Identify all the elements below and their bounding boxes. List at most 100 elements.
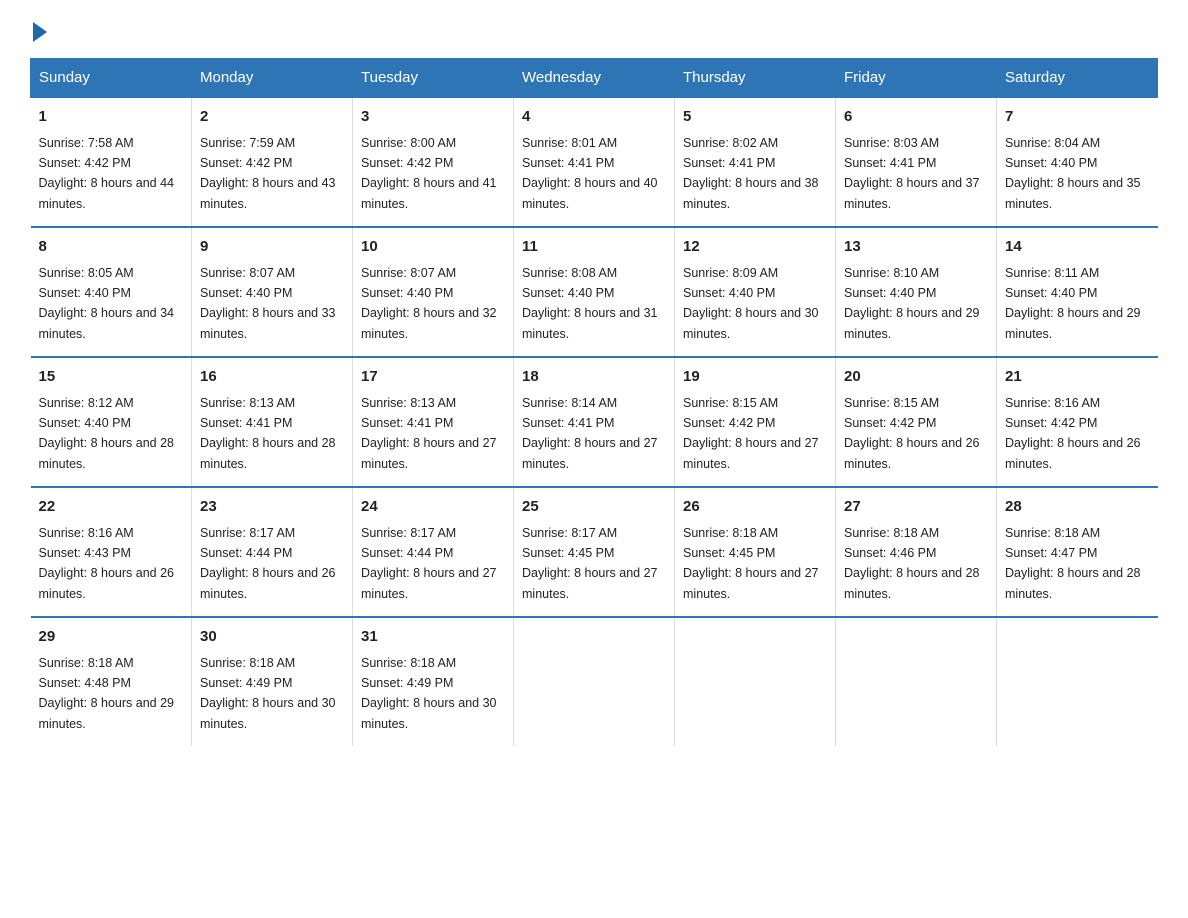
day-number: 20 [844,366,988,389]
day-number: 15 [39,366,184,389]
day-cell: 27 Sunrise: 8:18 AMSunset: 4:46 PMDayligh… [836,487,997,617]
day-info: Sunrise: 8:12 AMSunset: 4:40 PMDaylight:… [39,396,175,471]
day-number: 12 [683,236,827,259]
day-info: Sunrise: 8:03 AMSunset: 4:41 PMDaylight:… [844,136,980,211]
day-info: Sunrise: 8:07 AMSunset: 4:40 PMDaylight:… [361,266,497,341]
day-info: Sunrise: 8:10 AMSunset: 4:40 PMDaylight:… [844,266,980,341]
day-number: 17 [361,366,505,389]
day-info: Sunrise: 7:58 AMSunset: 4:42 PMDaylight:… [39,136,175,211]
page-header [30,20,1158,38]
day-number: 24 [361,496,505,519]
week-row-2: 8 Sunrise: 8:05 AMSunset: 4:40 PMDaylight… [31,227,1158,357]
day-number: 21 [1005,366,1150,389]
logo [30,20,47,38]
day-info: Sunrise: 8:16 AMSunset: 4:43 PMDaylight:… [39,526,175,601]
day-cell: 20 Sunrise: 8:15 AMSunset: 4:42 PMDayligh… [836,357,997,487]
day-info: Sunrise: 8:17 AMSunset: 4:45 PMDaylight:… [522,526,658,601]
header-day-thursday: Thursday [675,59,836,98]
day-cell: 26Sunrise: 8:18 AMSunset: 4:45 PMDayligh… [675,487,836,617]
day-cell: 15 Sunrise: 8:12 AMSunset: 4:40 PMDayligh… [31,357,192,487]
day-cell [514,617,675,746]
day-cell: 19Sunrise: 8:15 AMSunset: 4:42 PMDayligh… [675,357,836,487]
day-number: 25 [522,496,666,519]
header-row: SundayMondayTuesdayWednesdayThursdayFrid… [31,59,1158,98]
day-number: 27 [844,496,988,519]
day-cell: 28 Sunrise: 8:18 AMSunset: 4:47 PMDayligh… [997,487,1158,617]
day-number: 9 [200,236,344,259]
day-number: 16 [200,366,344,389]
day-info: Sunrise: 8:18 AMSunset: 4:49 PMDaylight:… [361,656,497,731]
day-cell: 29Sunrise: 8:18 AMSunset: 4:48 PMDayligh… [31,617,192,746]
day-cell: 23Sunrise: 8:17 AMSunset: 4:44 PMDayligh… [192,487,353,617]
day-cell: 9Sunrise: 8:07 AMSunset: 4:40 PMDaylight… [192,227,353,357]
day-number: 8 [39,236,184,259]
day-info: Sunrise: 8:11 AMSunset: 4:40 PMDaylight:… [1005,266,1141,341]
day-info: Sunrise: 8:13 AMSunset: 4:41 PMDaylight:… [361,396,497,471]
day-number: 31 [361,626,505,649]
day-cell: 18Sunrise: 8:14 AMSunset: 4:41 PMDayligh… [514,357,675,487]
day-cell [997,617,1158,746]
day-info: Sunrise: 8:08 AMSunset: 4:40 PMDaylight:… [522,266,658,341]
day-cell: 3Sunrise: 8:00 AMSunset: 4:42 PMDaylight… [353,97,514,227]
day-info: Sunrise: 8:17 AMSunset: 4:44 PMDaylight:… [200,526,336,601]
header-day-monday: Monday [192,59,353,98]
day-number: 4 [522,106,666,129]
day-cell: 7 Sunrise: 8:04 AMSunset: 4:40 PMDaylight… [997,97,1158,227]
day-cell: 8 Sunrise: 8:05 AMSunset: 4:40 PMDaylight… [31,227,192,357]
week-row-5: 29Sunrise: 8:18 AMSunset: 4:48 PMDayligh… [31,617,1158,746]
header-day-tuesday: Tuesday [353,59,514,98]
day-cell: 31 Sunrise: 8:18 AMSunset: 4:49 PMDayligh… [353,617,514,746]
day-cell [836,617,997,746]
logo-triangle-icon [33,22,47,42]
day-number: 19 [683,366,827,389]
day-number: 14 [1005,236,1150,259]
day-number: 30 [200,626,344,649]
day-info: Sunrise: 8:13 AMSunset: 4:41 PMDaylight:… [200,396,336,471]
day-info: Sunrise: 8:17 AMSunset: 4:44 PMDaylight:… [361,526,497,601]
day-info: Sunrise: 8:04 AMSunset: 4:40 PMDaylight:… [1005,136,1141,211]
day-number: 2 [200,106,344,129]
day-info: Sunrise: 8:02 AMSunset: 4:41 PMDaylight:… [683,136,819,211]
day-info: Sunrise: 8:14 AMSunset: 4:41 PMDaylight:… [522,396,658,471]
day-info: Sunrise: 7:59 AMSunset: 4:42 PMDaylight:… [200,136,336,211]
day-info: Sunrise: 8:09 AMSunset: 4:40 PMDaylight:… [683,266,819,341]
day-number: 13 [844,236,988,259]
day-number: 26 [683,496,827,519]
day-info: Sunrise: 8:18 AMSunset: 4:46 PMDaylight:… [844,526,980,601]
day-cell: 11 Sunrise: 8:08 AMSunset: 4:40 PMDayligh… [514,227,675,357]
day-number: 28 [1005,496,1150,519]
week-row-4: 22 Sunrise: 8:16 AMSunset: 4:43 PMDayligh… [31,487,1158,617]
day-number: 22 [39,496,184,519]
day-cell: 30Sunrise: 8:18 AMSunset: 4:49 PMDayligh… [192,617,353,746]
day-number: 7 [1005,106,1150,129]
day-number: 11 [522,236,666,259]
day-number: 1 [39,106,184,129]
day-cell: 22 Sunrise: 8:16 AMSunset: 4:43 PMDayligh… [31,487,192,617]
header-day-sunday: Sunday [31,59,192,98]
week-row-3: 15 Sunrise: 8:12 AMSunset: 4:40 PMDayligh… [31,357,1158,487]
calendar-table: SundayMondayTuesdayWednesdayThursdayFrid… [30,58,1158,746]
day-info: Sunrise: 8:05 AMSunset: 4:40 PMDaylight:… [39,266,175,341]
day-cell: 14 Sunrise: 8:11 AMSunset: 4:40 PMDayligh… [997,227,1158,357]
day-number: 10 [361,236,505,259]
day-cell: 21 Sunrise: 8:16 AMSunset: 4:42 PMDayligh… [997,357,1158,487]
day-cell: 4 Sunrise: 8:01 AMSunset: 4:41 PMDaylight… [514,97,675,227]
day-cell: 25 Sunrise: 8:17 AMSunset: 4:45 PMDayligh… [514,487,675,617]
week-row-1: 1 Sunrise: 7:58 AMSunset: 4:42 PMDaylight… [31,97,1158,227]
day-cell: 13 Sunrise: 8:10 AMSunset: 4:40 PMDayligh… [836,227,997,357]
day-cell: 12 Sunrise: 8:09 AMSunset: 4:40 PMDayligh… [675,227,836,357]
day-info: Sunrise: 8:01 AMSunset: 4:41 PMDaylight:… [522,136,658,211]
day-info: Sunrise: 8:15 AMSunset: 4:42 PMDaylight:… [844,396,980,471]
day-cell: 10 Sunrise: 8:07 AMSunset: 4:40 PMDayligh… [353,227,514,357]
day-info: Sunrise: 8:18 AMSunset: 4:47 PMDaylight:… [1005,526,1141,601]
day-cell: 5 Sunrise: 8:02 AMSunset: 4:41 PMDaylight… [675,97,836,227]
day-number: 6 [844,106,988,129]
day-cell: 1 Sunrise: 7:58 AMSunset: 4:42 PMDaylight… [31,97,192,227]
day-cell: 17 Sunrise: 8:13 AMSunset: 4:41 PMDayligh… [353,357,514,487]
day-number: 5 [683,106,827,129]
calendar-body: 1 Sunrise: 7:58 AMSunset: 4:42 PMDaylight… [31,97,1158,746]
day-info: Sunrise: 8:16 AMSunset: 4:42 PMDaylight:… [1005,396,1141,471]
day-cell: 2 Sunrise: 7:59 AMSunset: 4:42 PMDaylight… [192,97,353,227]
calendar-header: SundayMondayTuesdayWednesdayThursdayFrid… [31,59,1158,98]
day-cell: 6 Sunrise: 8:03 AMSunset: 4:41 PMDaylight… [836,97,997,227]
